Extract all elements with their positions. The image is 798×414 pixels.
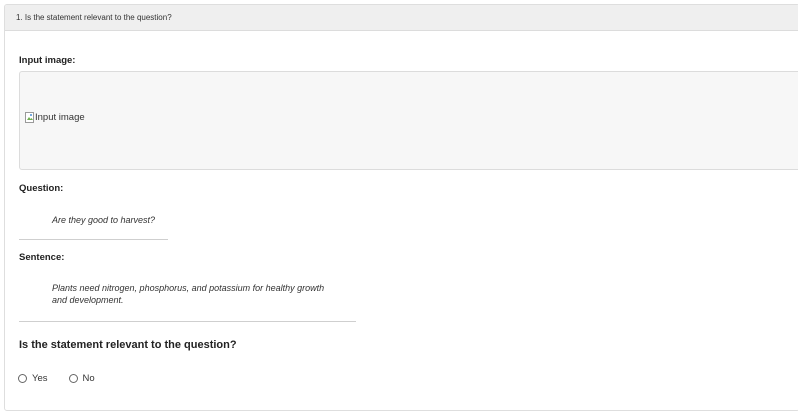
no-label[interactable]: No [83,373,95,384]
sentence-text: Plants need nitrogen, phosphorus, and po… [52,282,324,306]
yes-option[interactable]: Yes [18,373,48,384]
question-panel: 1. Is the statement relevant to the ques… [4,4,798,411]
no-radio[interactable] [68,374,78,383]
sentence-label: Sentence: [19,252,65,263]
question-divider [19,239,168,240]
relevance-prompt: Is the statement relevant to the questio… [19,339,237,351]
no-option[interactable]: No [68,373,95,384]
yes-label[interactable]: Yes [32,373,48,384]
input-image-label: Input image: [19,55,76,66]
input-image-container: Input image [19,71,798,170]
panel-header: 1. Is the statement relevant to the ques… [5,5,798,31]
question-label: Question: [19,183,64,194]
sentence-line-2: and development. [52,295,124,305]
input-image-alt-text: Input image [35,112,85,123]
input-image: Input image [25,112,85,123]
sentence-divider [19,321,356,322]
relevance-radio-group: Yes No [18,373,116,384]
yes-radio[interactable] [18,374,27,383]
question-text: Are they good to harvest? [52,215,156,225]
sentence-line-1: Plants need nitrogen, phosphorus, and po… [52,283,325,293]
broken-image-icon [25,112,34,123]
